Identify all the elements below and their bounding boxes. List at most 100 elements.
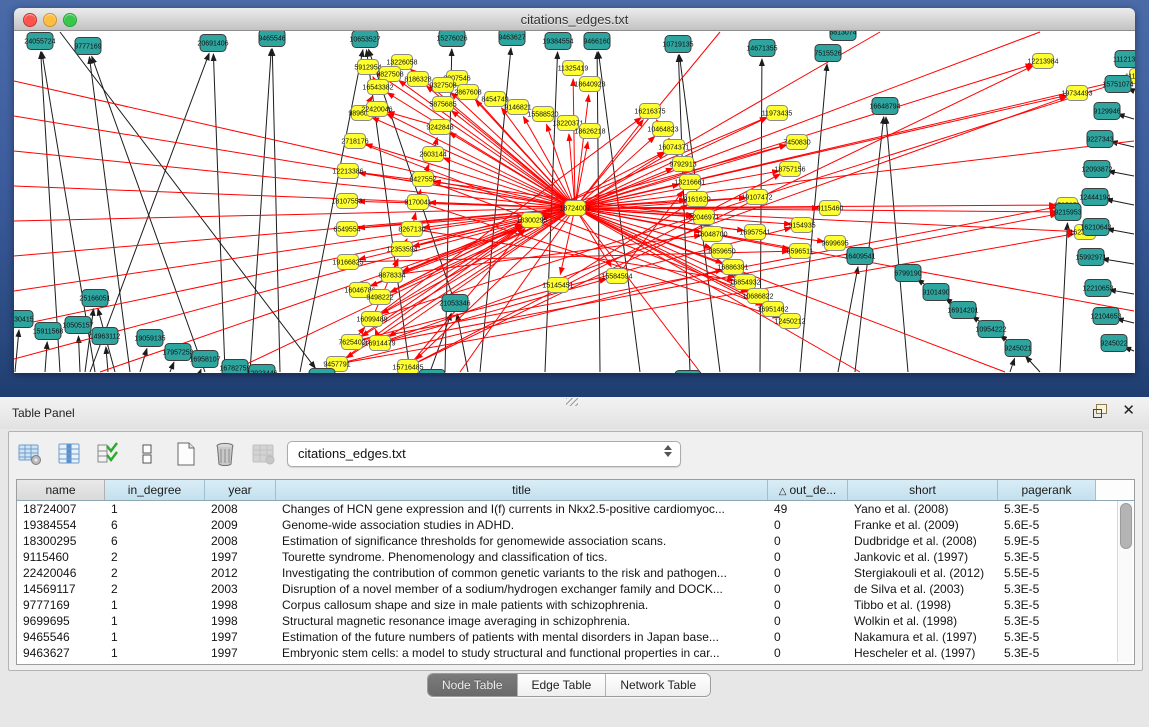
graph-edge[interactable] — [366, 144, 575, 208]
graph-edge[interactable] — [14, 208, 575, 256]
graph-node[interactable]: 9245022 — [1100, 335, 1127, 352]
graph-edge[interactable] — [92, 56, 205, 372]
graph-node[interactable]: 12444194 — [1079, 189, 1110, 206]
graph-node[interactable]: 16216375 — [634, 104, 665, 119]
graph-node[interactable]: 18640923 — [574, 77, 605, 92]
graph-node[interactable]: 20691406 — [197, 35, 228, 52]
graph-node[interactable]: 12093872 — [1081, 161, 1112, 178]
graph-node[interactable]: 9129946 — [1093, 103, 1120, 120]
table-row[interactable]: 1456911722003Disruption of a novel membe… — [17, 581, 1134, 597]
graph-node[interactable]: 10959387 — [306, 369, 337, 374]
graph-node[interactable]: 21053346 — [439, 295, 470, 312]
column-header-short[interactable]: short — [848, 480, 998, 500]
graph-node[interactable]: 10719135 — [662, 36, 693, 53]
graph-edge[interactable] — [14, 151, 575, 208]
row-height-icon[interactable] — [134, 440, 160, 468]
graph-node[interactable]: 2718176 — [341, 134, 368, 149]
graph-node[interactable]: 12353594 — [386, 242, 417, 257]
delete-table-icon[interactable] — [212, 440, 238, 468]
graph-node[interactable]: 22046971 — [688, 210, 719, 225]
table-row[interactable]: 2242004622012Investigating the contribut… — [17, 565, 1134, 581]
graph-node[interactable]: 9465546 — [258, 31, 285, 47]
vertical-scrollbar[interactable] — [1117, 501, 1133, 662]
graph-node[interactable]: 19384554 — [542, 33, 573, 50]
graph-edge[interactable] — [15, 330, 19, 372]
graph-edge[interactable] — [760, 59, 762, 372]
column-header-title[interactable]: title — [276, 480, 768, 500]
graph-node[interactable]: 8186328 — [404, 72, 431, 87]
graph-node[interactable]: 15145451 — [542, 278, 573, 293]
graph-node[interactable]: 9170041 — [404, 195, 431, 210]
graph-node[interactable]: 7515526 — [814, 45, 841, 62]
column-header-name[interactable]: name — [17, 480, 105, 500]
graph-node[interactable]: 8813074 — [829, 31, 856, 41]
graph-node[interactable]: 14963112 — [90, 328, 121, 345]
graph-edge[interactable] — [60, 32, 315, 368]
graph-node[interactable]: 16099489 — [356, 312, 387, 327]
graph-node[interactable]: 2867608 — [454, 85, 481, 100]
graph-node[interactable]: 7625402 — [338, 335, 365, 350]
graph-node[interactable]: 16914201 — [947, 302, 978, 319]
column-editor-icon[interactable] — [56, 440, 82, 468]
graph-edge[interactable] — [250, 49, 271, 372]
network-graph[interactable]: 1872400718300295591295413226058982750881… — [14, 31, 1135, 373]
graph-node[interactable]: 16957541 — [739, 225, 770, 240]
graph-edge[interactable] — [200, 369, 201, 372]
graph-node[interactable]: 9101490 — [922, 284, 949, 301]
graph-node[interactable]: 9699695 — [821, 236, 848, 251]
graph-edge[interactable] — [575, 79, 1129, 208]
graph-edge[interactable] — [575, 198, 746, 208]
table-row[interactable]: 969969511998Structural magnetic resonanc… — [17, 613, 1134, 629]
table-row[interactable]: 946362711997Embryonic stem cells: a mode… — [17, 645, 1134, 661]
table-selector-combobox[interactable]: citations_edges.txt — [287, 441, 681, 467]
graph-node[interactable]: 8859650 — [708, 244, 735, 259]
graph-edge[interactable] — [140, 349, 147, 372]
graph-node[interactable]: 11325419 — [558, 61, 589, 76]
panel-resize-grip[interactable] — [566, 398, 578, 406]
graph-edge[interactable] — [272, 49, 280, 372]
close-panel-icon[interactable]: ✕ — [1122, 404, 1135, 418]
create-table-icon[interactable] — [173, 440, 199, 468]
graph-node[interactable]: 9466160 — [583, 33, 610, 50]
graph-edge[interactable] — [14, 208, 575, 291]
graph-node[interactable]: 9154935 — [788, 218, 815, 233]
graph-node[interactable]: 12104653 — [1090, 308, 1121, 325]
graph-node[interactable]: 16048700 — [696, 227, 727, 242]
graph-node[interactable]: 10505157 — [62, 317, 93, 334]
table-row[interactable]: 911546021997Tourette syndrome. Phenomeno… — [17, 549, 1134, 565]
graph-node[interactable]: 14671355 — [746, 40, 777, 57]
tab-network-table[interactable]: Network Table — [606, 674, 710, 696]
graph-node[interactable]: 15751074 — [1102, 76, 1133, 93]
graph-node[interactable]: 16973771 — [672, 371, 703, 374]
graph-node[interactable]: 12923446 — [246, 365, 277, 374]
graph-node[interactable]: 6549554 — [333, 222, 360, 237]
network-canvas[interactable]: 1872400718300295591295413226058982750881… — [14, 31, 1135, 373]
table-row[interactable]: 1938455462009Genome-wide association stu… — [17, 517, 1134, 533]
table-row[interactable]: 1830029562008Estimation of significance … — [17, 533, 1134, 549]
tab-node-table[interactable]: Node Table — [428, 674, 518, 696]
graph-node[interactable]: 16958107 — [189, 351, 220, 368]
graph-edge[interactable] — [1010, 358, 1015, 372]
graph-node[interactable]: 10954222 — [975, 321, 1006, 338]
column-header-in_degree[interactable]: in_degree — [105, 480, 205, 500]
graph-node[interactable]: 5875685 — [429, 97, 456, 112]
graph-node[interactable]: 6799190 — [894, 265, 921, 282]
graph-node[interactable]: 9930415 — [14, 311, 34, 328]
graph-node[interactable]: 18107553 — [331, 194, 362, 209]
graph-edge[interactable] — [170, 362, 174, 372]
graph-edge[interactable] — [213, 54, 225, 372]
graph-node[interactable]: 9327508 — [429, 78, 456, 93]
graph-node[interactable]: 16648794 — [869, 98, 900, 115]
graph-node[interactable]: 11121317 — [1113, 51, 1135, 68]
graph-edge[interactable] — [106, 347, 108, 372]
graph-node[interactable]: 9161620 — [683, 192, 710, 207]
column-header-out_de[interactable]: △out_de... — [768, 480, 848, 500]
column-header-pagerank[interactable]: pagerank — [998, 480, 1096, 500]
graph-node[interactable]: 24055724 — [24, 33, 55, 50]
graph-edge[interactable] — [372, 117, 575, 208]
graph-node[interactable]: 9242848 — [426, 120, 453, 135]
graph-node[interactable]: 19059135 — [134, 330, 165, 347]
graph-edge[interactable] — [45, 342, 47, 372]
graph-node[interactable]: 9115460 — [817, 201, 844, 216]
graph-node[interactable]: 15276026 — [436, 31, 467, 47]
